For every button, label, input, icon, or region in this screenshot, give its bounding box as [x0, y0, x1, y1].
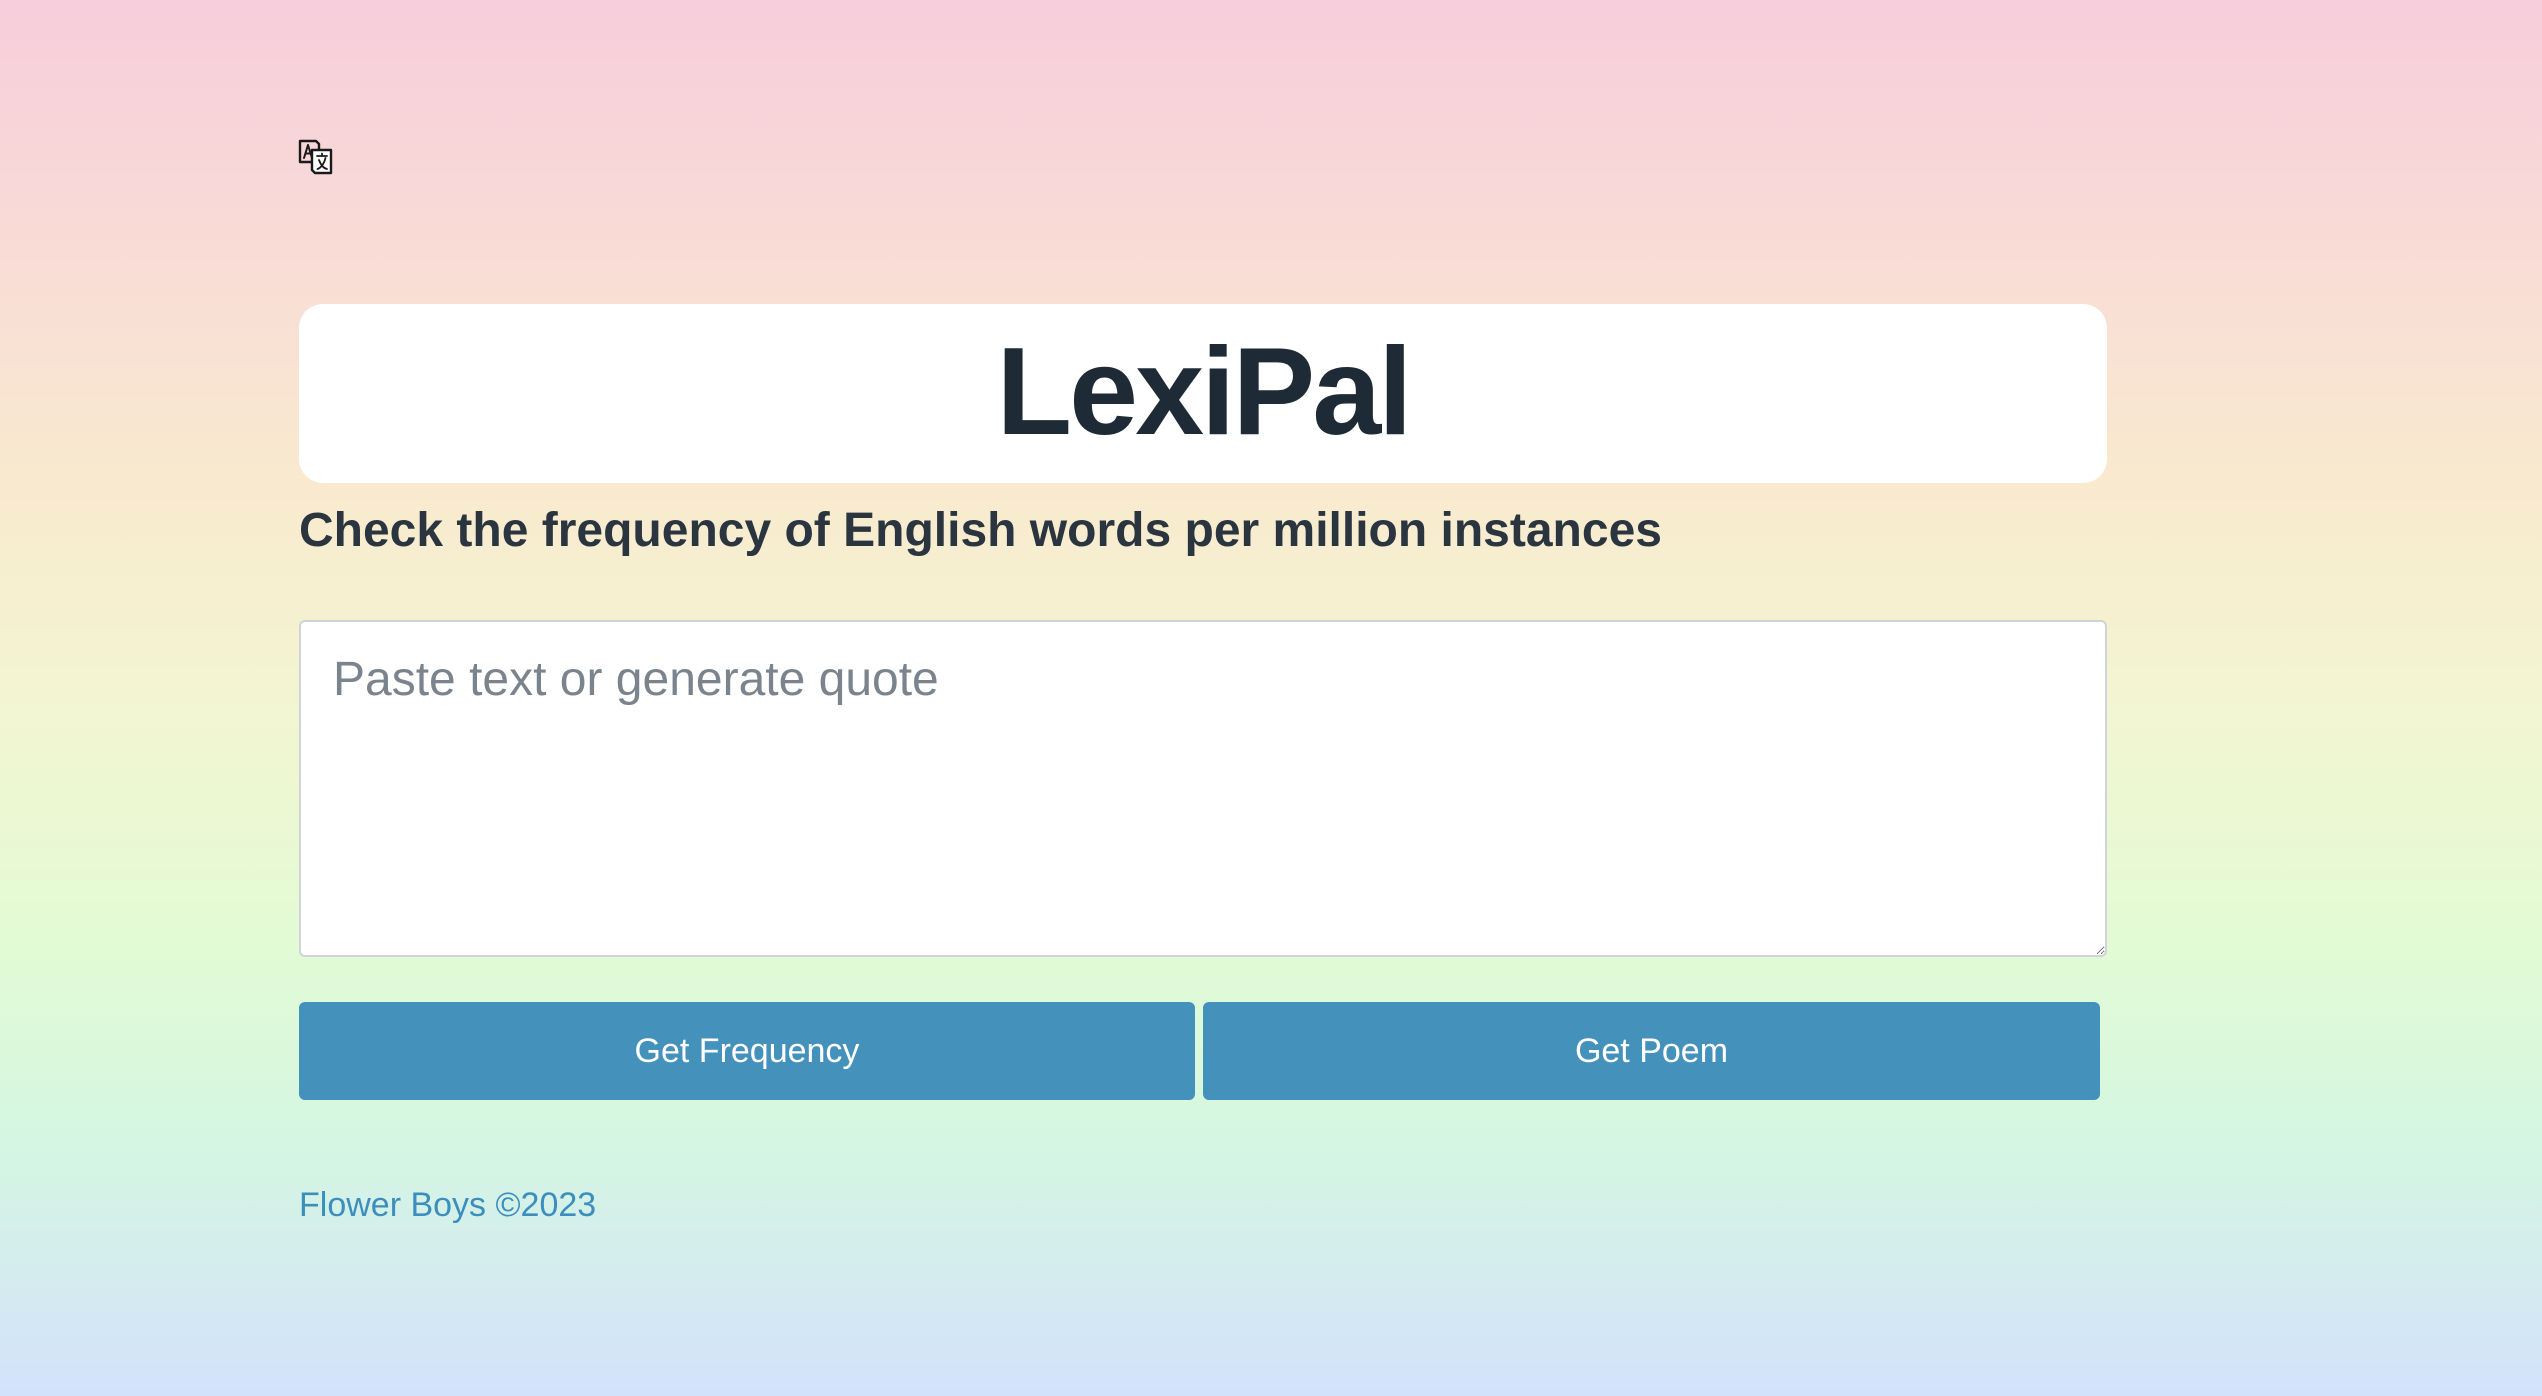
get-poem-button[interactable]: Get Poem	[1203, 1002, 2100, 1100]
footer-copyright: Flower Boys ©2023	[299, 1186, 597, 1224]
translate-icon[interactable]	[297, 138, 335, 176]
title-card: LexiPal	[299, 304, 2107, 483]
text-input[interactable]	[299, 620, 2107, 957]
get-frequency-button[interactable]: Get Frequency	[299, 1002, 1195, 1100]
page-title: LexiPal	[996, 322, 1412, 461]
page-subtitle: Check the frequency of English words per…	[299, 504, 1662, 557]
